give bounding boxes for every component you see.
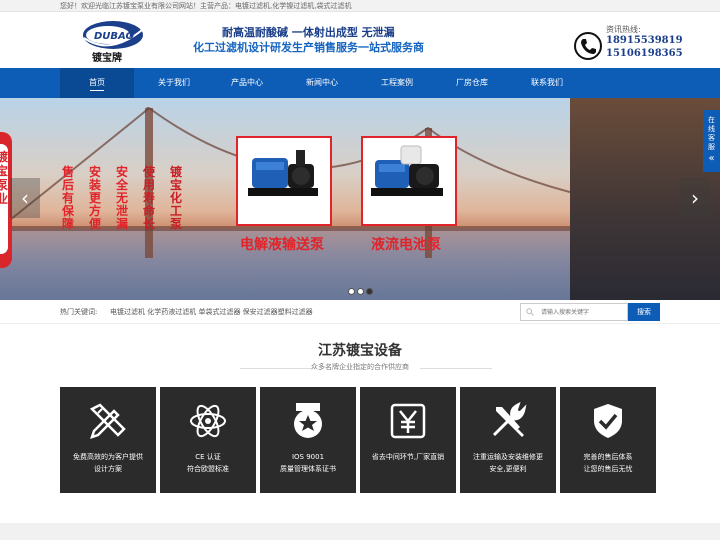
feature-card-design[interactable]: 免费高效的为客户提供 设计方案 (60, 387, 156, 493)
nav-about[interactable]: 关于我们 (137, 68, 211, 98)
design-tools-icon (89, 403, 126, 439)
phone-icon (574, 32, 602, 60)
section-title: 江苏镀宝设备 (318, 343, 402, 359)
nav-factory[interactable]: 厂房仓库 (435, 68, 509, 98)
banner-text-col-1: 售后有保障 (61, 165, 74, 231)
hot-keywords-label: 热门关键词: (60, 308, 98, 316)
online-service-label: 在线客服 (708, 116, 715, 151)
hero-banner[interactable]: 镀宝泵业 售后有保障 安装更方便 安全无泄漏 使用寿命长 镀宝化工泵 电解液输送… (0, 98, 720, 300)
product-card-flow-battery-pump[interactable] (361, 136, 457, 226)
phone-number-1[interactable]: 18915539819 (606, 35, 683, 46)
site-header: DUBAO 镀宝牌 耐高温耐酸碱 一体射出成型 无泄漏 化工过滤机设计研发生产销… (0, 12, 720, 68)
product-title-2: 液流电池泵 (371, 237, 441, 253)
main-nav: 首页 关于我们 产品中心 新闻中心 工程案例 厂房仓库 联系我们 (0, 68, 720, 98)
shield-check-icon (594, 404, 622, 438)
hotline-label: 资讯热线: (606, 25, 641, 34)
atom-icon (190, 404, 226, 438)
banner-text-col-3: 安全无泄漏 (115, 165, 128, 231)
search-icon (526, 308, 534, 316)
banner-pagination (348, 280, 375, 299)
hot-keywords-list[interactable]: 电镀过滤机 化学药液过滤机 单袋式过滤器 保安过滤器塑料过滤器 (110, 307, 313, 317)
award-badge-icon (294, 403, 322, 438)
feature-card-direct-sale[interactable]: 省去中间环节,厂家直销 (360, 387, 456, 493)
banner-text-col-4: 使用寿命长 (142, 165, 155, 231)
top-welcome-bar: 您好！欢迎光临江苏镀宝泵业有限公司网站！主营产品：电镀过滤机,化学镍过滤机,袋式… (0, 0, 720, 12)
nav-news[interactable]: 新闻中心 (285, 68, 359, 98)
yen-icon (390, 403, 426, 439)
next-section-strip (0, 523, 720, 540)
banner-next-arrow[interactable]: › (680, 178, 710, 218)
feature-text: 免费高效的为客户提供 设计方案 (64, 451, 152, 475)
feature-line-2: 质量管理体系证书 (280, 465, 336, 473)
double-chevron-left-icon: « (708, 153, 715, 164)
nav-products[interactable]: 产品中心 (210, 68, 284, 98)
slogan-main: 耐高温耐酸碱 一体射出成型 无泄漏 (222, 26, 395, 39)
banner-dot-3[interactable] (366, 288, 373, 295)
banner-prev-arrow[interactable]: ‹ (10, 178, 40, 218)
feature-card-install[interactable]: 注重运输及安装维修更 安全,更便利 (460, 387, 556, 493)
banner-text-col-2: 安装更方便 (88, 165, 101, 231)
feature-card-iso[interactable]: IOS 9001 质量管理体系证书 (260, 387, 356, 493)
feature-card-after-sales[interactable]: 完善的售后体系 让您的售后无忧 (560, 387, 656, 493)
slogan-sub: 化工过滤机设计研发生产销售服务一站式服务商 (193, 41, 424, 54)
logo-text: DUBAO (94, 31, 134, 42)
feature-card-ce[interactable]: CE 认证 符合欧盟标准 (160, 387, 256, 493)
banner-dot-1[interactable] (348, 288, 355, 295)
feature-text: CE 认证 符合欧盟标准 (164, 451, 252, 475)
product-card-electrolyte-pump[interactable] (236, 136, 332, 226)
search-button[interactable]: 搜索 (628, 303, 660, 321)
pump-image (248, 150, 318, 196)
feature-line-1: 免费高效的为客户提供 (73, 453, 143, 461)
feature-text: 完善的售后体系 让您的售后无忧 (564, 451, 652, 475)
section-subtitle: 众多名牌企业指定的合作供应商 (311, 363, 409, 371)
divider-right (420, 368, 492, 369)
nav-contact[interactable]: 联系我们 (510, 68, 584, 98)
feature-line-2: 符合欧盟标准 (187, 465, 229, 473)
search-input[interactable] (520, 303, 628, 321)
feature-line-1: 注重运输及安装维修更 (473, 453, 543, 461)
feature-line-1: 完善的售后体系 (583, 453, 633, 461)
banner-dot-2[interactable] (357, 288, 364, 295)
nav-cases[interactable]: 工程案例 (360, 68, 434, 98)
feature-text: IOS 9001 质量管理体系证书 (264, 451, 352, 475)
nav-home[interactable]: 首页 (60, 68, 134, 98)
feature-line-1: 省去中间环节,厂家直销 (371, 453, 445, 461)
online-service-tab[interactable]: 在线客服 « (703, 110, 720, 172)
feature-line-1: CE 认证 (195, 453, 221, 461)
feature-line-2: 让您的售后无忧 (583, 465, 633, 473)
pump-image (371, 145, 443, 196)
logo[interactable]: DUBAO 镀宝牌 (80, 18, 146, 64)
logo-cn: 镀宝牌 (92, 51, 122, 64)
brand-badge-text: 镀宝泵业 (0, 150, 9, 206)
feature-line-2: 设计方案 (94, 465, 122, 473)
wrench-screwdriver-icon (492, 402, 527, 437)
banner-text-col-5: 镀宝化工泵 (169, 165, 182, 231)
feature-text: 省去中间环节,厂家直销 (364, 451, 452, 463)
feature-text: 注重运输及安装维修更 安全,更便利 (464, 451, 552, 475)
phone-number-2[interactable]: 15106198365 (606, 48, 683, 59)
feature-line-2: 安全,更便利 (489, 465, 527, 473)
feature-line-1: IOS 9001 (291, 453, 325, 461)
product-title-1: 电解液输送泵 (240, 237, 324, 253)
